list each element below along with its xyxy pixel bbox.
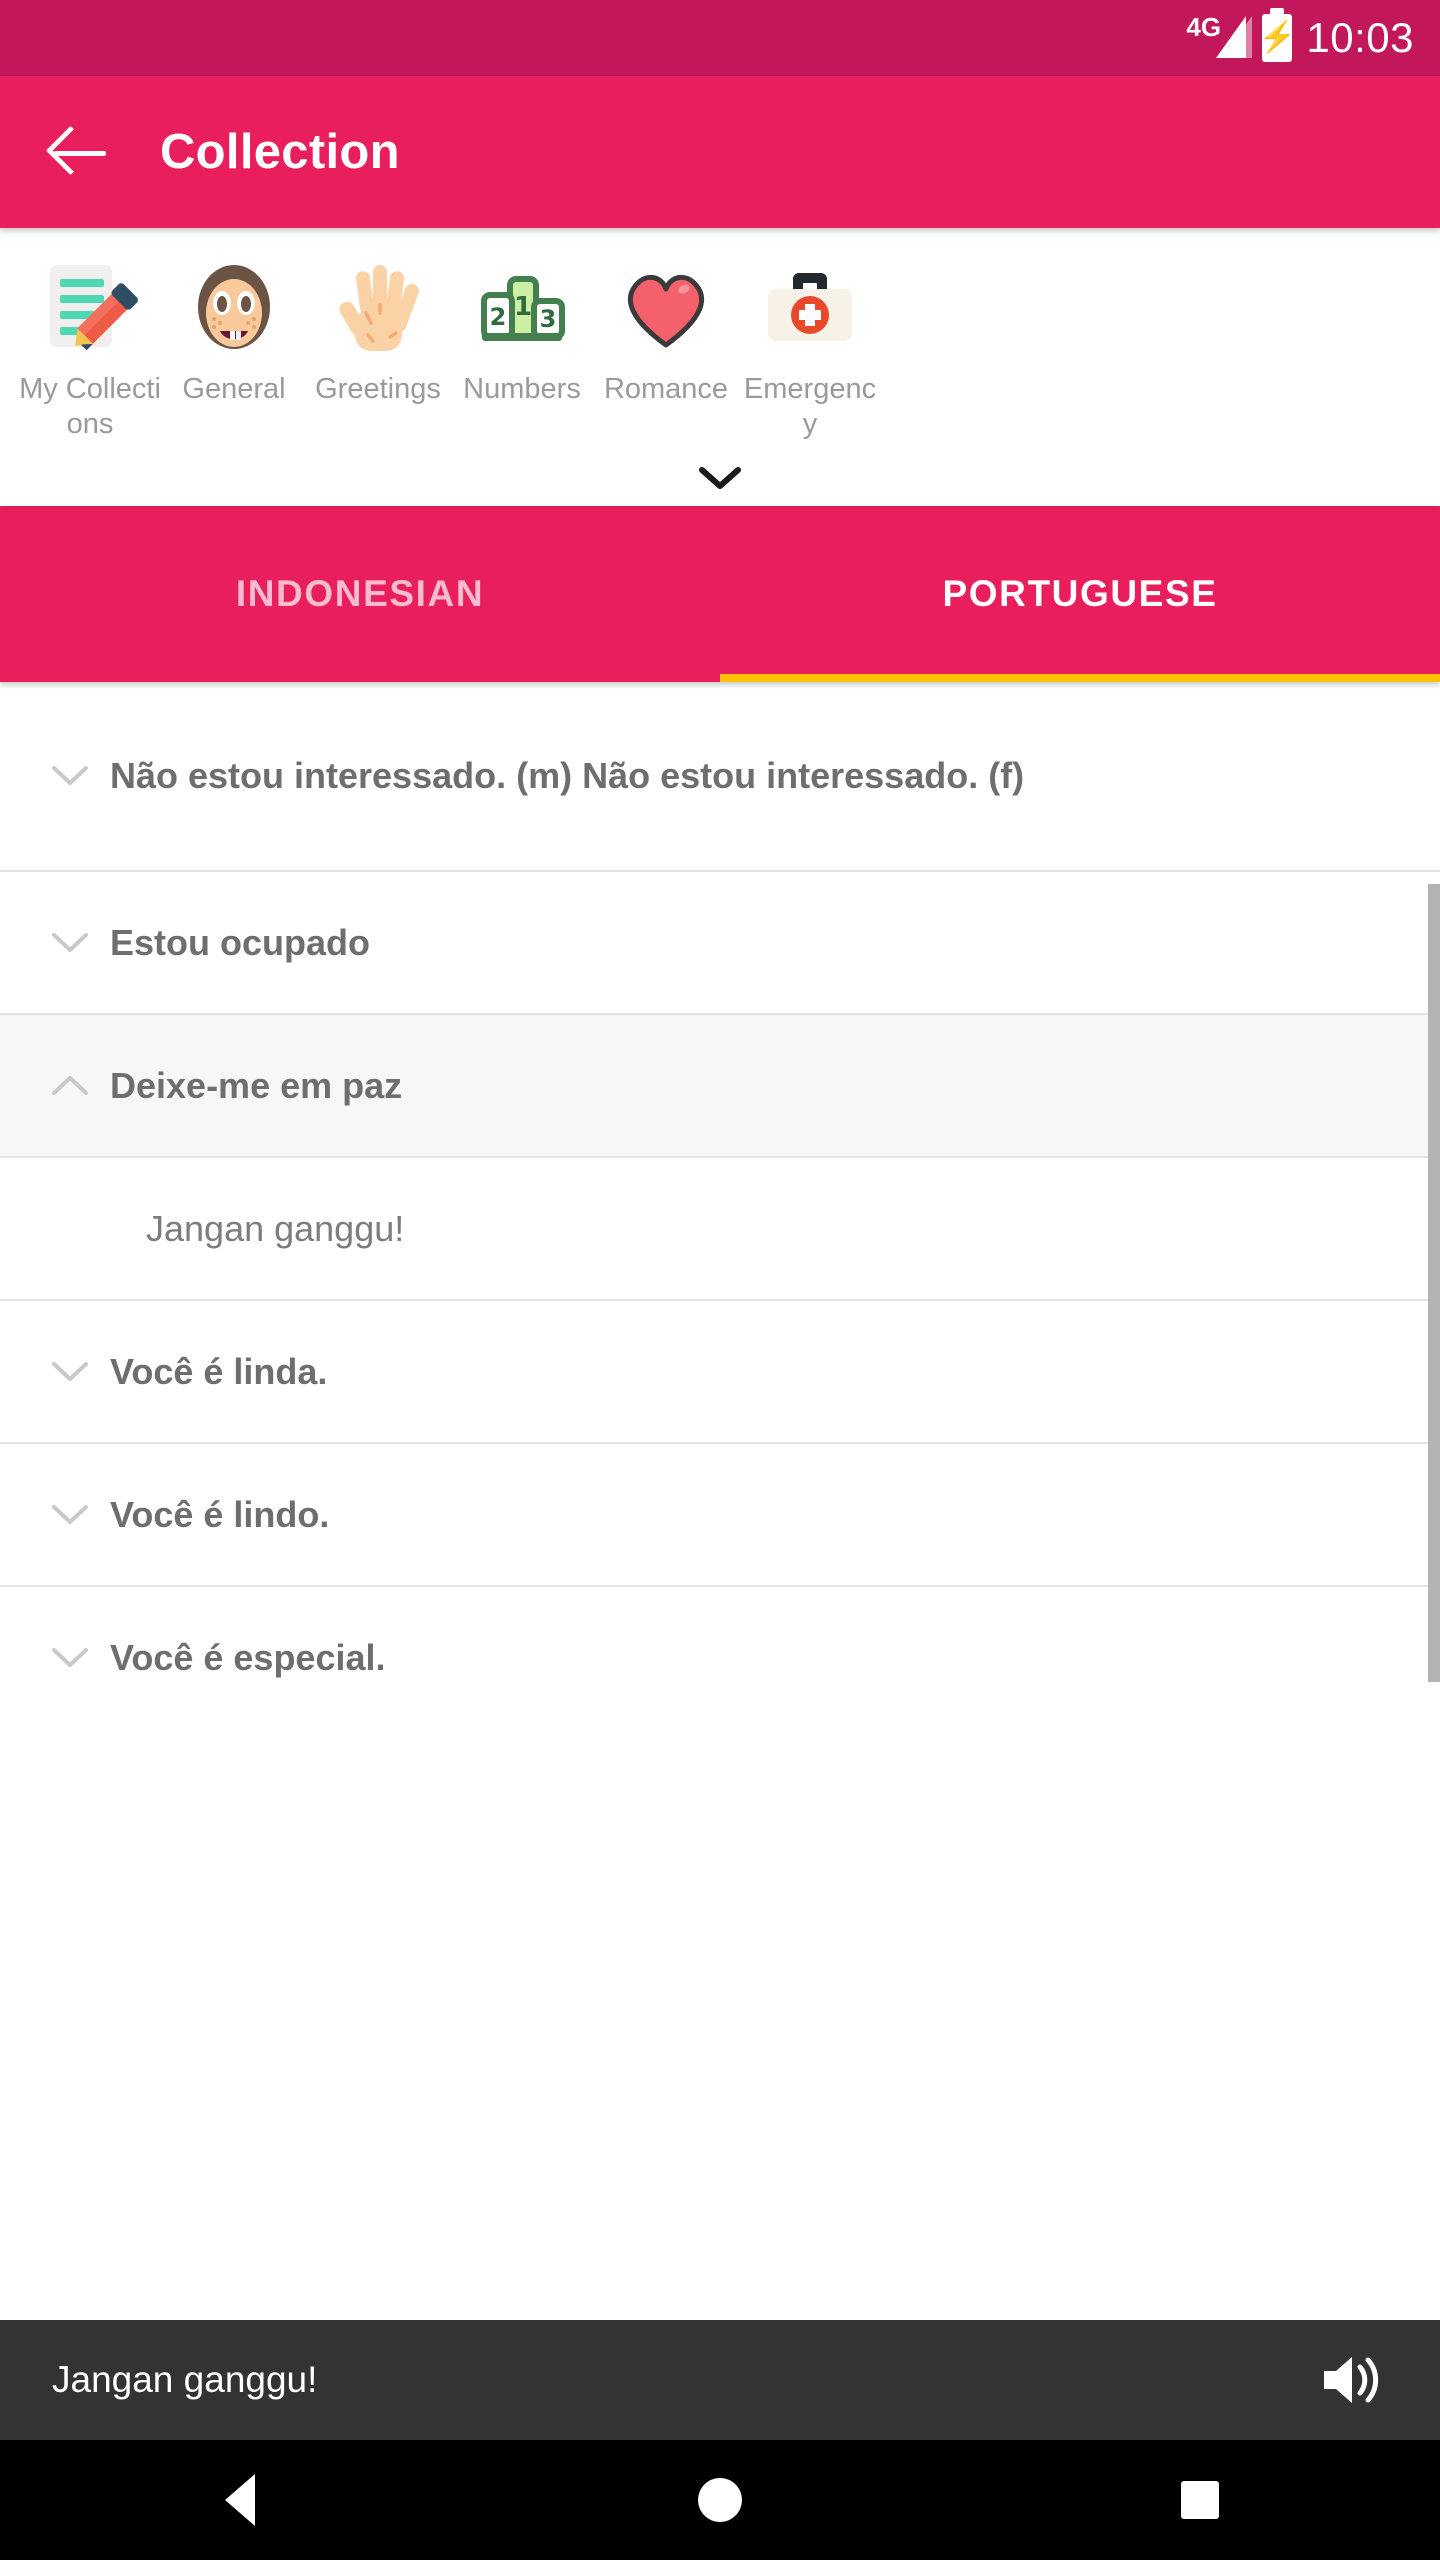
category-label: General [182,373,286,405]
page-title: Collection [160,125,400,179]
category-greetings[interactable]: Greetings [306,252,450,407]
chevron-down-icon[interactable] [36,1646,104,1670]
tab-portuguese[interactable]: PORTUGUESE [720,506,1440,682]
category-strip: My Collections General Greetings 1 2 3 N… [0,228,1440,506]
category-label: Greetings [315,373,441,405]
child-face-icon [179,252,289,362]
phrase-text: Você é linda. [110,1350,328,1392]
list-item[interactable]: Estou ocupado [0,872,1440,1015]
phrase-text: Não estou interessado. (m) Não estou int… [110,755,1025,797]
heart-icon [611,252,721,362]
phrase-text: Deixe-me em paz [110,1064,403,1106]
category-label: My Collections [19,373,161,441]
list-scrollbar[interactable] [1428,884,1440,1682]
nav-recents-icon[interactable] [1140,2440,1260,2560]
category-label: Romance [603,373,729,405]
status-bar: 4G ⚡ 10:03 [0,0,1440,76]
category-label: Emergency [743,373,877,441]
player-phrase-text: Jangan ganggu! [52,2359,318,2400]
chevron-down-icon[interactable] [36,931,104,955]
chevron-up-icon[interactable] [36,1074,104,1098]
first-aid-kit-icon [755,252,865,362]
svg-text:1: 1 [514,292,532,322]
chevron-down-icon[interactable] [36,1503,104,1527]
podium-icon: 1 2 3 [467,252,577,362]
nav-back-icon[interactable] [180,2440,300,2560]
category-my-collections[interactable]: My Collections [18,252,162,443]
list-item-expanded[interactable]: Deixe-me em paz [0,1015,1440,1158]
nav-home-icon[interactable] [660,2440,780,2560]
signal-bars-icon: 4G [1186,12,1253,64]
battery-charging-icon: ⚡ [1259,8,1296,62]
memo-pencil-icon [35,252,145,362]
chevron-down-icon [699,467,741,489]
audio-player-bar: Jangan ganggu! [0,2320,1440,2440]
app-bar: Collection [0,76,1440,228]
category-romance[interactable]: Romance [594,252,738,407]
tab-indonesian[interactable]: INDONESIAN [0,506,720,682]
svg-text:2: 2 [490,303,507,331]
phrase-text: Estou ocupado [110,921,370,963]
raised-hand-icon [323,252,433,362]
list-item[interactable]: Não estou interessado. (m) Não estou int… [0,682,1440,872]
phrase-list[interactable]: Não estou interessado. (m) Não estou int… [0,682,1440,1682]
list-item[interactable]: Você é lindo. [0,1444,1440,1587]
category-numbers[interactable]: 1 2 3 Numbers [450,252,594,407]
android-nav-bar [0,2440,1440,2560]
language-tabs: INDONESIAN PORTUGUESE [0,506,1440,682]
category-label: Numbers [463,373,581,405]
phrase-text: Você é lindo. [110,1493,330,1535]
translation-text: Jangan ganggu! [146,1207,405,1249]
category-emergency[interactable]: Emergency [738,252,882,443]
translation-row[interactable]: Jangan ganggu! [0,1158,1440,1301]
expand-categories-button[interactable] [0,464,1440,492]
list-item[interactable]: Você é especial. [0,1587,1440,1682]
category-general[interactable]: General [162,252,306,407]
tab-indicator [720,674,1440,682]
status-bar-clock: 10:03 [1306,14,1414,61]
chevron-down-icon[interactable] [36,1360,104,1384]
volume-up-icon[interactable] [1318,2349,1384,2411]
back-arrow-icon[interactable] [48,120,112,184]
phrase-text: Você é especial. [110,1636,386,1678]
category-row: My Collections General Greetings 1 2 3 N… [0,252,1440,443]
list-item[interactable]: Você é linda. [0,1301,1440,1444]
svg-text:3: 3 [540,305,557,333]
chevron-down-icon[interactable] [36,764,104,788]
